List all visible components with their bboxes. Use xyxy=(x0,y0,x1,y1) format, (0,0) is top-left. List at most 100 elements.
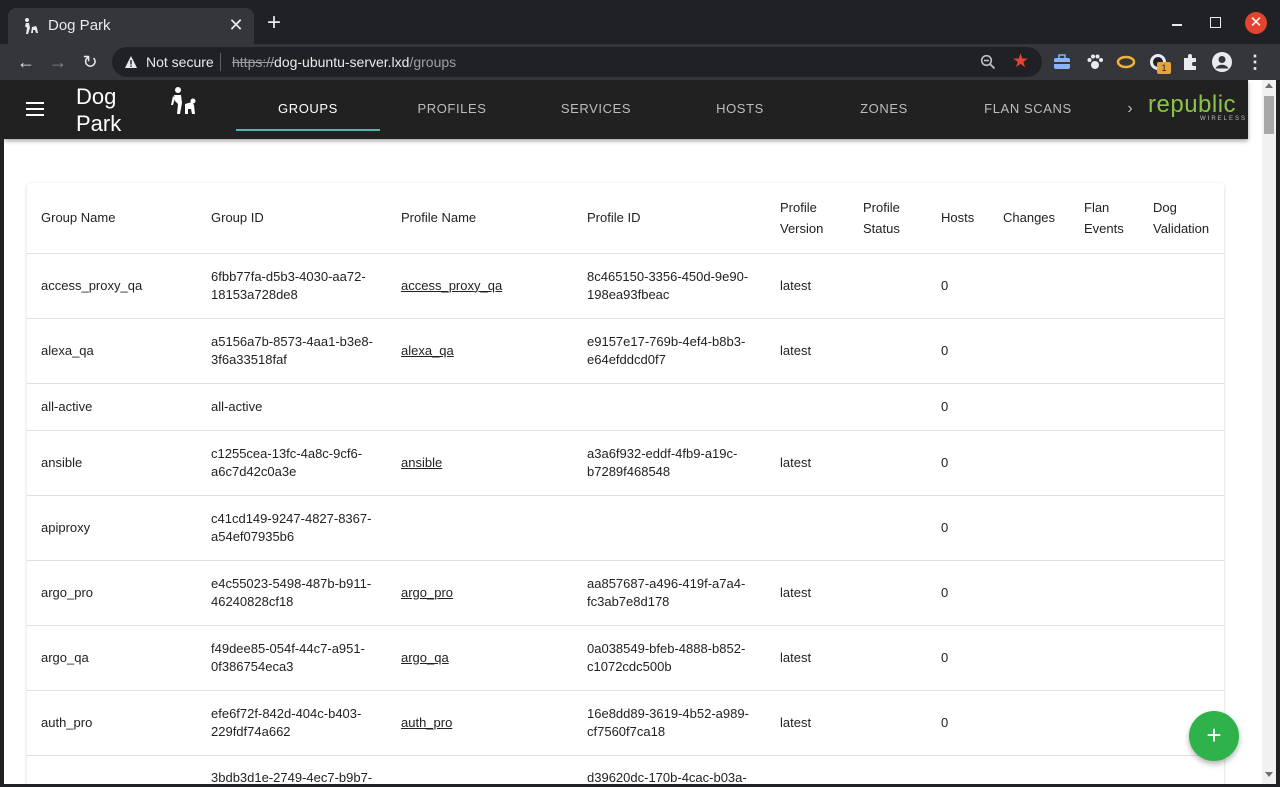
profile-version-cell xyxy=(766,383,849,431)
republic-wireless-logo: republic WIRELESS xyxy=(1148,92,1245,126)
profile-version-cell: latest xyxy=(766,625,849,691)
profile-name-cell: argo_qa xyxy=(387,625,573,691)
flan-events-cell xyxy=(1070,690,1139,756)
changes-cell xyxy=(989,690,1070,756)
tab-flan-scans[interactable]: FLAN SCANS xyxy=(956,80,1100,132)
profile-id-cell: a3a6f932-eddf-4fb9-a19c-b7289f468548 xyxy=(573,430,766,496)
column-header[interactable]: Profile ID xyxy=(573,183,766,254)
brand-subtitle: WIRELESS xyxy=(1200,116,1248,122)
tab-close-icon[interactable]: ✕ xyxy=(226,15,246,35)
hosts-cell: 0 xyxy=(927,253,989,319)
flan-events-cell xyxy=(1070,253,1139,319)
tab-profiles[interactable]: PROFILES xyxy=(380,80,524,132)
profile-id-cell: 16e8dd89-3619-4b52-a989-cf7560f7ca18 xyxy=(573,690,766,756)
paw-extension-icon[interactable] xyxy=(1085,52,1105,72)
minimize-window-button[interactable] xyxy=(1168,12,1186,32)
profile-link[interactable]: ansible xyxy=(401,455,442,470)
close-window-button[interactable]: ✕ xyxy=(1245,12,1267,34)
profile-status-cell xyxy=(849,495,927,561)
bookmark-star-icon[interactable]: ★ xyxy=(1012,51,1029,73)
address-bar[interactable]: Not secure https://dog-ubuntu-server.lxd… xyxy=(112,47,1042,77)
dog-favicon-icon xyxy=(25,18,38,34)
tabs-next-chevron-icon[interactable]: › xyxy=(1118,97,1142,121)
table-row[interactable]: 3bdb3d1e-2749-4ec7-b9b7- d39620dc-170b-4… xyxy=(27,755,1224,784)
new-tab-button[interactable]: + xyxy=(262,11,286,36)
column-header[interactable]: Profile Status xyxy=(849,183,927,254)
profile-status-cell xyxy=(849,430,927,496)
reload-button[interactable]: ↻ xyxy=(78,50,102,74)
profile-version-cell: latest xyxy=(766,318,849,384)
profile-status-cell xyxy=(849,755,927,784)
profile-link[interactable]: argo_qa xyxy=(401,650,449,665)
changes-cell xyxy=(989,495,1070,561)
app-title: Dog Park xyxy=(76,84,122,136)
profile-version-cell: latest xyxy=(766,253,849,319)
tab-groups[interactable]: GROUPS xyxy=(236,80,380,132)
dog-walker-logo-icon xyxy=(171,87,196,114)
profile-name-cell: argo_pro xyxy=(387,560,573,626)
profile-link[interactable]: access_proxy_qa xyxy=(401,278,502,293)
profile-link[interactable]: argo_pro xyxy=(401,585,453,600)
maximize-window-button[interactable] xyxy=(1210,17,1221,28)
table-row[interactable]: auth_pro efe6f72f-842d-404c-b403-229fdf7… xyxy=(27,690,1224,756)
column-header[interactable]: Profile Version xyxy=(766,183,849,254)
table-row[interactable]: access_proxy_qa 6fbb77fa-d5b3-4030-aa72-… xyxy=(27,253,1224,319)
tab-zones[interactable]: ZONES xyxy=(812,80,956,132)
flan-events-cell xyxy=(1070,495,1139,561)
tab-hosts[interactable]: HOSTS xyxy=(668,80,812,132)
table-row[interactable]: argo_pro e4c55023-5498-487b-b911-4624082… xyxy=(27,560,1224,626)
back-button[interactable]: ← xyxy=(14,50,38,74)
zoom-out-icon[interactable] xyxy=(980,54,996,70)
url-scheme: https:// xyxy=(232,54,275,70)
column-header[interactable]: Flan Events xyxy=(1070,183,1139,254)
ring-extension-icon[interactable] xyxy=(1116,52,1136,72)
add-group-button[interactable]: + xyxy=(1189,711,1239,761)
scroll-down-arrow-icon[interactable] xyxy=(1265,772,1273,777)
group-id-cell: 3bdb3d1e-2749-4ec7-b9b7- xyxy=(197,755,387,784)
url-text[interactable]: https://dog-ubuntu-server.lxd/groups xyxy=(232,54,456,70)
puzzle-extensions-icon[interactable] xyxy=(1180,52,1200,72)
group-name-cell: auth_pro xyxy=(27,690,197,756)
profile-id-cell xyxy=(573,383,766,431)
table-row[interactable]: all-active all-active 0 xyxy=(27,383,1224,431)
flan-events-cell xyxy=(1070,755,1139,784)
column-header[interactable]: Hosts xyxy=(927,183,989,254)
scrollbar-thumb[interactable] xyxy=(1264,96,1274,134)
table-row[interactable]: ansible c1255cea-13fc-4a8c-9cf6-a6c7d42c… xyxy=(27,430,1224,496)
group-name-cell: all-active xyxy=(27,383,197,431)
app-header: Dog Park GROUPS PROFILES SERVICES HOSTS … xyxy=(4,80,1248,139)
profile-id-cell: 8c465150-3356-450d-9e90-198ea93fbeac xyxy=(573,253,766,319)
flan-events-cell xyxy=(1070,560,1139,626)
forward-button[interactable]: → xyxy=(46,50,70,74)
group-name-cell: argo_qa xyxy=(27,625,197,691)
profile-status-cell xyxy=(849,253,927,319)
profile-link[interactable]: auth_pro xyxy=(401,715,452,730)
browser-tab[interactable]: Dog Park ✕ xyxy=(8,8,254,44)
column-header[interactable]: Changes xyxy=(989,183,1070,254)
table-row[interactable]: apiproxy c41cd149-9247-4827-8367-a54ef07… xyxy=(27,495,1224,561)
profile-avatar-icon[interactable] xyxy=(1211,51,1233,73)
changes-cell xyxy=(989,755,1070,784)
tab-services[interactable]: SERVICES xyxy=(524,80,668,132)
briefcase-extension-icon[interactable] xyxy=(1052,52,1072,72)
not-secure-label[interactable]: Not secure xyxy=(146,54,214,70)
table-row[interactable]: argo_qa f49dee85-054f-44c7-a951-0f386754… xyxy=(27,625,1224,691)
column-header[interactable]: Group Name xyxy=(27,183,197,254)
profile-version-cell xyxy=(766,495,849,561)
hamburger-menu-icon[interactable] xyxy=(26,102,44,116)
profile-version-cell: latest xyxy=(766,690,849,756)
column-header[interactable]: Dog Validation xyxy=(1139,183,1224,254)
group-name-cell xyxy=(27,755,197,784)
browser-menu-icon[interactable]: ⋮ xyxy=(1246,52,1264,72)
profile-status-cell xyxy=(849,690,927,756)
column-header[interactable]: Profile Name xyxy=(387,183,573,254)
group-name-cell: alexa_qa xyxy=(27,318,197,384)
changes-cell xyxy=(989,383,1070,431)
page-scrollbar[interactable] xyxy=(1262,80,1276,784)
column-header[interactable]: Group ID xyxy=(197,183,387,254)
table-row[interactable]: alexa_qa a5156a7b-8573-4aa1-b3e8-3f6a335… xyxy=(27,318,1224,384)
dog-validation-cell xyxy=(1139,495,1224,561)
profile-link[interactable]: alexa_qa xyxy=(401,343,454,358)
scroll-up-arrow-icon[interactable] xyxy=(1265,83,1273,88)
hosts-cell: 0 xyxy=(927,318,989,384)
